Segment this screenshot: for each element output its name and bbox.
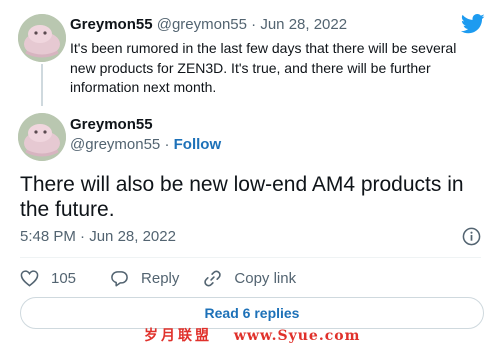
heart-icon xyxy=(20,269,39,287)
author-name[interactable]: Greymon55 xyxy=(70,116,153,133)
tweet1-text-line: It's been rumored in the last few days t… xyxy=(70,40,457,56)
tweet2-text: There will also be new low-end AM4 produ… xyxy=(20,173,464,221)
thread-connector xyxy=(41,64,43,106)
like-count: 105 xyxy=(51,269,77,287)
tweet2-subheader: @greymon55 · Follow xyxy=(70,136,221,153)
twitter-bird-icon[interactable] xyxy=(461,14,485,34)
reply-button[interactable]: Reply xyxy=(110,269,179,288)
tweet-date[interactable]: Jun 28, 2022 xyxy=(260,16,347,33)
divider xyxy=(20,257,481,258)
tweet-timestamp[interactable]: 5:48 PM · Jun 28, 2022 xyxy=(20,228,176,245)
watermark: 岁月联盟 www.Syue.com xyxy=(144,325,360,345)
separator-dot: · xyxy=(164,136,170,153)
separator-dot: · xyxy=(251,16,257,33)
author-handle[interactable]: @greymon55 xyxy=(157,16,247,33)
avatar-image xyxy=(18,113,66,161)
tweet1-text: It's been rumored in the last few days t… xyxy=(70,39,480,98)
tweet1-text-line: information next month. xyxy=(70,79,217,95)
reply-label: Reply xyxy=(141,269,180,287)
separator-dot: · xyxy=(80,228,86,245)
tweet-time: 5:48 PM xyxy=(20,228,76,245)
tweet-embed-card: Greymon55 @greymon55 · Jun 28, 2022 It's… xyxy=(0,0,500,346)
tweet-date: Jun 28, 2022 xyxy=(89,228,176,245)
info-icon[interactable] xyxy=(462,227,481,246)
author-handle[interactable]: @greymon55 xyxy=(70,136,160,153)
copy-link-label: Copy link xyxy=(234,269,297,287)
author-name[interactable]: Greymon55 xyxy=(70,16,153,33)
tweet1-text-line: new products for ZEN3D. It's true, and t… xyxy=(70,59,431,76)
avatar-image xyxy=(18,14,66,62)
watermark-cjk: 岁月联盟 xyxy=(144,328,212,344)
link-icon xyxy=(204,270,222,286)
copy-link-button[interactable]: Copy link xyxy=(203,269,296,288)
avatar[interactable] xyxy=(18,113,66,161)
action-bar: 105 Reply Copy link xyxy=(20,268,296,288)
like-button[interactable]: 105 xyxy=(20,269,76,288)
reply-bubble-icon xyxy=(111,270,128,286)
tweet1-header: Greymon55 @greymon55 · Jun 28, 2022 xyxy=(70,16,347,36)
follow-link[interactable]: Follow xyxy=(174,136,222,153)
watermark-site: www.Syue.com xyxy=(233,328,361,344)
avatar[interactable] xyxy=(18,14,66,62)
